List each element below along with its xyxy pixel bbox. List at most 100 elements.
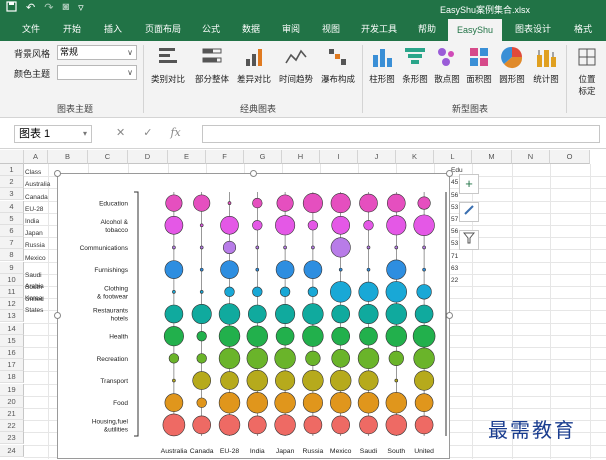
row-header[interactable]: 12: [0, 298, 24, 311]
cell-value[interactable]: Russia: [25, 240, 59, 251]
tab-insert[interactable]: 插入: [96, 17, 130, 41]
cell-value[interactable]: 71: [451, 253, 458, 260]
bubble-point[interactable]: [164, 260, 184, 279]
tab-page-layout[interactable]: 页面布局: [138, 17, 188, 41]
part-whole-button[interactable]: 部分整体: [190, 45, 234, 85]
cell-value[interactable]: 53: [451, 240, 458, 247]
bubble-point[interactable]: [279, 286, 291, 297]
row-header[interactable]: 18: [0, 371, 24, 384]
cell-value[interactable]: EU-28: [25, 204, 59, 215]
bubble-point[interactable]: [331, 304, 351, 324]
bubble-point[interactable]: [385, 325, 407, 347]
bubble-point[interactable]: [358, 303, 379, 325]
row-header[interactable]: 1: [0, 164, 24, 176]
bubble-point[interactable]: [164, 304, 184, 324]
resize-handle[interactable]: [446, 170, 453, 177]
bubble-point[interactable]: [331, 215, 351, 235]
column-header[interactable]: B: [48, 150, 88, 164]
bubble-point[interactable]: [366, 267, 371, 272]
row-header[interactable]: 3: [0, 188, 24, 201]
row-header[interactable]: 20: [0, 395, 24, 408]
camera-icon[interactable]: ◙: [62, 1, 69, 15]
bubble-point[interactable]: [275, 370, 296, 391]
color-theme-select[interactable]: ∨: [57, 65, 137, 80]
bubble-point[interactable]: [193, 194, 211, 212]
bar-chart-button[interactable]: 条形图: [398, 45, 432, 85]
bubble-point[interactable]: [422, 245, 426, 250]
bubble-point[interactable]: [196, 331, 207, 342]
bubble-point[interactable]: [227, 201, 232, 205]
row-header[interactable]: 22: [0, 420, 24, 433]
bubble-point[interactable]: [172, 245, 176, 250]
bubble-point[interactable]: [199, 223, 204, 228]
bubble-point[interactable]: [413, 214, 435, 236]
bubble-point[interactable]: [386, 215, 407, 236]
bubble-point[interactable]: [172, 378, 176, 383]
bubble-point[interactable]: [275, 215, 296, 236]
bubble-point[interactable]: [302, 325, 324, 347]
column-header[interactable]: I: [320, 150, 358, 164]
column-header[interactable]: F: [206, 150, 244, 164]
row-header[interactable]: 4: [0, 200, 24, 213]
bubble-point[interactable]: [218, 347, 241, 370]
bubble-point[interactable]: [255, 245, 260, 250]
bubble-point[interactable]: [192, 371, 212, 390]
bubble-point[interactable]: [385, 414, 407, 436]
row-header[interactable]: 17: [0, 359, 24, 372]
column-header[interactable]: E: [168, 150, 206, 164]
column-header[interactable]: H: [282, 150, 320, 164]
tab-data[interactable]: 数据: [234, 17, 268, 41]
bubble-point[interactable]: [358, 370, 379, 391]
bubble-point[interactable]: [222, 240, 237, 255]
column-header[interactable]: K: [396, 150, 434, 164]
bubble-point[interactable]: [163, 326, 184, 347]
bubble-point[interactable]: [330, 237, 351, 258]
bubble-point[interactable]: [220, 215, 239, 235]
redo-icon[interactable]: ↷: [44, 1, 53, 15]
column-chart-button[interactable]: 柱形图: [364, 45, 400, 85]
resize-handle[interactable]: [250, 170, 257, 177]
bubble-point[interactable]: [359, 415, 378, 435]
bubble-point[interactable]: [275, 326, 295, 346]
resize-handle[interactable]: [54, 312, 61, 319]
bubble-point[interactable]: [172, 290, 176, 294]
bubble-point[interactable]: [252, 197, 263, 209]
tab-home[interactable]: 开始: [55, 17, 89, 41]
cell-value[interactable]: Australia: [25, 179, 59, 190]
bubble-point[interactable]: [311, 245, 315, 250]
bubble-point[interactable]: [164, 215, 184, 235]
cell-value[interactable]: 22: [451, 277, 458, 284]
row-header[interactable]: 2: [0, 176, 24, 189]
row-header[interactable]: 16: [0, 347, 24, 359]
bubble-point[interactable]: [358, 281, 379, 302]
cell-value[interactable]: 56: [451, 192, 458, 199]
bubble-point[interactable]: [307, 220, 319, 231]
row-header[interactable]: 13: [0, 310, 24, 323]
tab-view[interactable]: 视图: [314, 17, 348, 41]
bubble-point[interactable]: [274, 347, 296, 370]
bubble-point[interactable]: [164, 393, 184, 413]
bubble-point[interactable]: [246, 369, 268, 392]
bubble-point[interactable]: [303, 260, 323, 279]
bubble-point[interactable]: [168, 353, 180, 364]
worksheet-grid[interactable]: ABCDEFGHIJKLMNO 1 2 3 4 5 6 7 8 9 10 11 12 13 14 15 16 1…: [0, 150, 606, 459]
bubble-point[interactable]: [275, 260, 295, 279]
cell-value[interactable]: Japan: [25, 228, 59, 239]
row-header[interactable]: 6: [0, 225, 24, 237]
bubble-matrix-chart[interactable]: Education Alcohol & tobacco Communications F…: [58, 174, 449, 458]
bubble-point[interactable]: [359, 326, 378, 346]
diff-compare-button[interactable]: 差异对比: [232, 45, 276, 85]
bubble-point[interactable]: [196, 353, 207, 364]
column-header[interactable]: A: [24, 150, 48, 164]
bubble-point[interactable]: [413, 347, 435, 370]
row-header[interactable]: 5: [0, 212, 24, 225]
tab-formulas[interactable]: 公式: [194, 17, 228, 41]
bubble-point[interactable]: [302, 193, 323, 214]
cell-value[interactable]: Canada: [25, 192, 59, 203]
bubble-point[interactable]: [330, 193, 351, 214]
confirm-icon[interactable]: ✓: [143, 126, 152, 139]
bubble-point[interactable]: [199, 290, 204, 294]
circle-chart-button[interactable]: 圆形图: [494, 45, 530, 85]
bubble-point[interactable]: [246, 347, 268, 370]
stats-chart-button[interactable]: 统计图: [528, 45, 564, 85]
